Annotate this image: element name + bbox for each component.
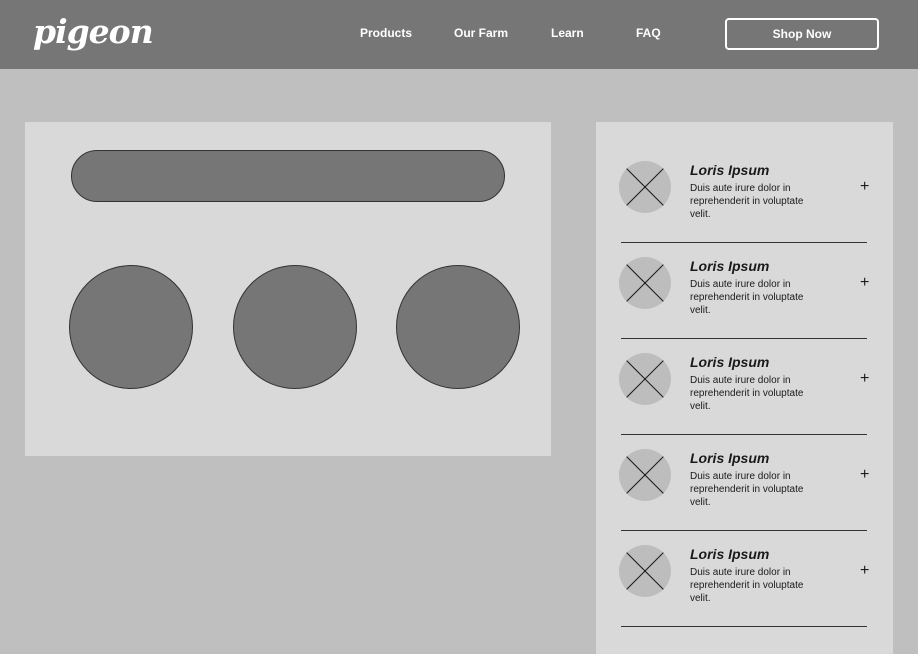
nav-learn[interactable]: Learn: [551, 25, 584, 41]
list-item: Loris Ipsum Duis aute irure dolor in rep…: [596, 122, 893, 243]
image-placeholder-icon: [619, 449, 671, 501]
nav-faq[interactable]: FAQ: [636, 25, 661, 41]
expand-plus-icon[interactable]: +: [860, 178, 869, 196]
list-item-description: Duis aute irure dolor in reprehenderit i…: [690, 279, 804, 316]
nav-our-farm[interactable]: Our Farm: [454, 25, 508, 41]
list-item-title: Loris Ipsum: [690, 258, 770, 274]
shop-now-button[interactable]: Shop Now: [725, 18, 879, 50]
list-item: Loris Ipsum Duis aute irure dolor in rep…: [596, 218, 893, 339]
hero-panel: [25, 122, 551, 456]
image-placeholder-icon: [619, 545, 671, 597]
list-item-title: Loris Ipsum: [690, 450, 770, 466]
list-item-description: Duis aute irure dolor in reprehenderit i…: [690, 567, 804, 604]
hero-circle-1: [69, 265, 193, 389]
image-placeholder-icon: [619, 257, 671, 309]
hero-banner-placeholder: [71, 150, 505, 202]
list-item-description: Duis aute irure dolor in reprehenderit i…: [690, 183, 804, 220]
list-panel: Loris Ipsum Duis aute irure dolor in rep…: [596, 122, 893, 654]
list-item-title: Loris Ipsum: [690, 162, 770, 178]
list-item: Loris Ipsum Duis aute irure dolor in rep…: [596, 314, 893, 435]
expand-plus-icon[interactable]: +: [860, 562, 869, 580]
list-item-title: Loris Ipsum: [690, 546, 770, 562]
site-header: pigeon Products Our Farm Learn FAQ Shop …: [0, 0, 918, 69]
list-item: Loris Ipsum Duis aute irure dolor in rep…: [596, 410, 893, 531]
expand-plus-icon[interactable]: +: [860, 370, 869, 388]
list-item: Loris Ipsum Duis aute irure dolor in rep…: [596, 506, 893, 627]
expand-plus-icon[interactable]: +: [860, 274, 869, 292]
image-placeholder-icon: [619, 161, 671, 213]
hero-circle-2: [233, 265, 357, 389]
list-item-description: Duis aute irure dolor in reprehenderit i…: [690, 375, 804, 412]
list-item-description: Duis aute irure dolor in reprehenderit i…: [690, 471, 804, 508]
hero-circle-3: [396, 265, 520, 389]
list-item-title: Loris Ipsum: [690, 354, 770, 370]
logo[interactable]: pigeon: [33, 12, 154, 52]
image-placeholder-icon: [619, 353, 671, 405]
expand-plus-icon[interactable]: +: [860, 466, 869, 484]
divider: [621, 626, 867, 627]
nav-products[interactable]: Products: [360, 25, 412, 41]
